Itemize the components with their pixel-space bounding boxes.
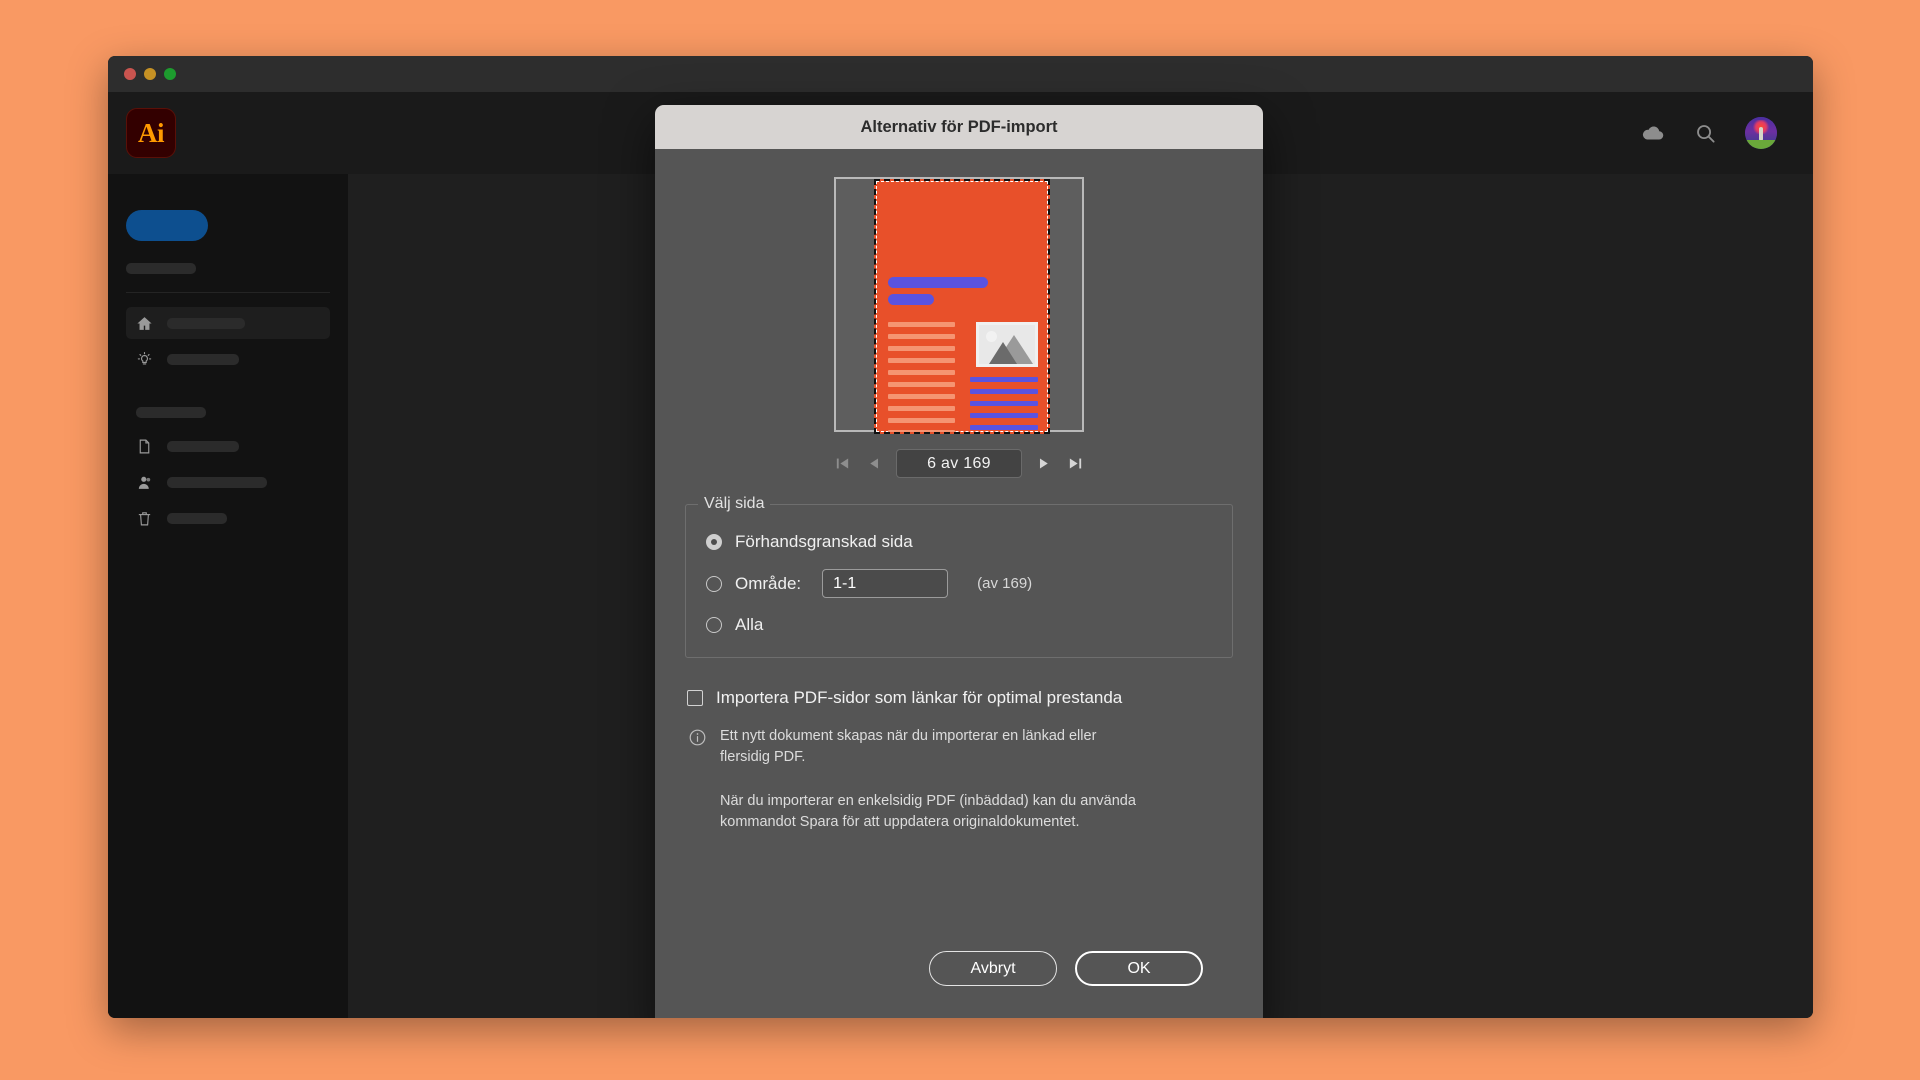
page-select-group: Välj sida Förhandsgranskad sida Område: … — [685, 495, 1233, 658]
preview-text-line — [970, 389, 1038, 394]
preview-text-line — [888, 430, 955, 432]
radio-label-all: Alla — [735, 615, 764, 634]
preview-text-line — [888, 406, 955, 411]
preview-text-line — [970, 413, 1038, 418]
radio-label-range: Område: — [735, 573, 802, 593]
radio-option-range[interactable]: Område: (av 169) — [706, 569, 1212, 598]
preview-subhead-bar — [888, 294, 934, 305]
radio-all[interactable] — [706, 617, 722, 633]
radio-previewed-page[interactable] — [706, 534, 722, 550]
import-as-links-label: Importera PDF-sidor som länkar för optim… — [716, 688, 1123, 707]
first-page-button[interactable] — [832, 453, 853, 474]
dialog-titlebar: Alternativ för PDF-import — [655, 105, 1263, 149]
radio-option-all[interactable]: Alla — [706, 615, 1212, 635]
preview-text-line — [888, 418, 955, 423]
import-as-links-option[interactable]: Importera PDF-sidor som länkar för optim… — [685, 688, 1233, 708]
page-select-legend: Välj sida — [698, 495, 771, 513]
preview-text-line — [888, 370, 955, 375]
info-note: Ett nytt dokument skapas när du importer… — [685, 726, 1233, 767]
cancel-button[interactable]: Avbryt — [929, 951, 1057, 986]
dialog-body: 6 av 169 Välj sida Förhandsgranskad sida… — [655, 149, 1263, 1018]
preview-text-line — [888, 346, 955, 351]
preview-text-line — [970, 401, 1038, 406]
preview-image-inner — [979, 325, 1035, 364]
modal-layer: Alternativ för PDF-import 6 av 169 Välj … — [108, 56, 1813, 1018]
dialog-footer: Avbryt OK — [685, 951, 1233, 986]
preview-image-mountain — [989, 342, 1017, 364]
preview-text-line — [888, 358, 955, 363]
preview-text-line — [970, 377, 1038, 382]
pdf-preview-frame — [834, 177, 1084, 434]
ok-button[interactable]: OK — [1075, 951, 1203, 986]
previous-page-button[interactable] — [864, 453, 885, 474]
preview-text-line — [888, 394, 955, 399]
radio-label-previewed-page: Förhandsgranskad sida — [735, 532, 913, 551]
preview-left-text-column — [888, 322, 955, 432]
radio-option-previewed-page[interactable]: Förhandsgranskad sida — [706, 532, 1212, 552]
info-icon — [688, 728, 707, 747]
page-number-field[interactable]: 6 av 169 — [896, 449, 1022, 478]
preview-image-placeholder — [976, 322, 1038, 367]
application-window: Ai Alternativ för PDF-import 6 av 169 Vä… — [108, 56, 1813, 1018]
last-page-button[interactable] — [1065, 453, 1086, 474]
preview-text-line — [888, 382, 955, 387]
preview-area — [685, 177, 1233, 434]
pdf-import-options-dialog: Alternativ för PDF-import 6 av 169 Välj … — [655, 105, 1263, 1018]
preview-right-text-column — [970, 377, 1038, 432]
page-navigation: 6 av 169 — [685, 449, 1233, 478]
preview-text-line — [888, 334, 955, 339]
import-as-links-checkbox[interactable] — [687, 690, 703, 706]
preview-text-line — [888, 322, 955, 327]
preview-text-line — [970, 425, 1038, 430]
pdf-page-preview — [874, 179, 1050, 434]
range-total-note: (av 169) — [977, 575, 1033, 592]
preview-headline-bar — [888, 277, 988, 288]
info-paragraph-2: När du importerar en enkelsidig PDF (inb… — [720, 793, 1136, 830]
info-paragraph-1: Ett nytt dokument skapas när du importer… — [720, 728, 1097, 765]
dialog-title: Alternativ för PDF-import — [860, 117, 1058, 136]
next-page-button[interactable] — [1033, 453, 1054, 474]
radio-range[interactable] — [706, 575, 722, 592]
range-input[interactable] — [822, 569, 949, 598]
